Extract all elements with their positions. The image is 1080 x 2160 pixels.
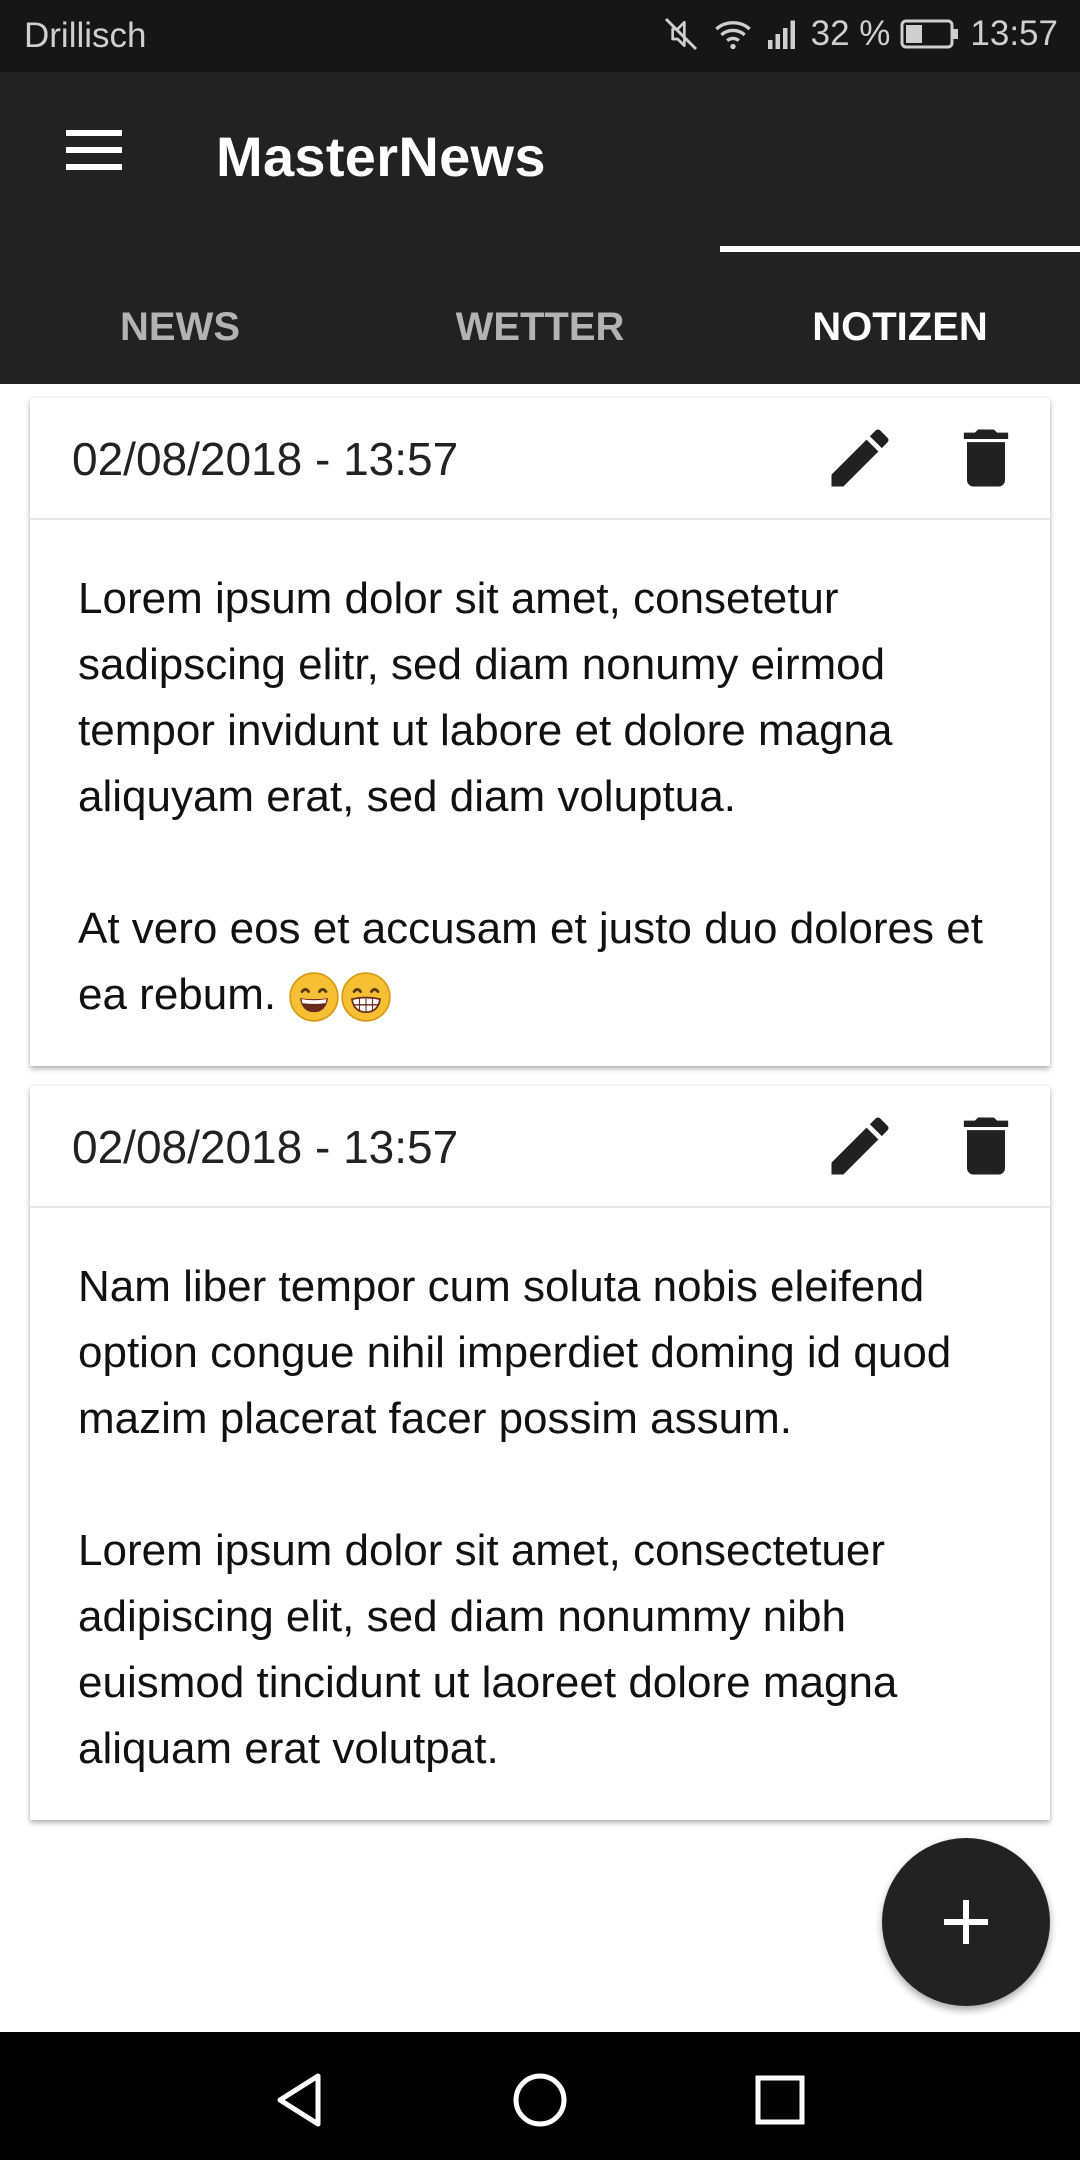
signal-icon <box>767 20 795 49</box>
add-note-button[interactable] <box>882 1838 1050 2006</box>
note-body: Lorem ipsum dolor sit amet, consetetur s… <box>30 520 1050 1066</box>
note-date: 02/08/2018 - 13:57 <box>72 433 459 485</box>
status-time: 13:57 <box>970 14 1058 53</box>
pencil-icon <box>831 429 889 487</box>
note-paragraph: Lorem ipsum dolor sit amet, consectetuer… <box>78 1526 898 1773</box>
edit-note-button[interactable] <box>822 420 898 496</box>
delete-note-button[interactable] <box>948 420 1024 496</box>
recents-button[interactable] <box>740 2060 820 2140</box>
note-card: 02/08/2018 - 13:57 Lorem ipsum dolor sit… <box>30 398 1050 1066</box>
tab-indicator <box>720 246 1080 252</box>
note-paragraph: Lorem ipsum dolor sit amet, consetetur s… <box>78 574 893 821</box>
note-date: 02/08/2018 - 13:57 <box>72 1121 459 1173</box>
delete-note-button[interactable] <box>948 1108 1024 1184</box>
pencil-icon <box>831 1117 889 1175</box>
status-bar: Drillisch 32 % 13:57 <box>0 0 1080 72</box>
note-header: 02/08/2018 - 13:57 <box>30 1086 1050 1208</box>
trash-icon <box>963 1117 1009 1175</box>
note-body: Nam liber tempor cum soluta nobis eleife… <box>30 1208 1050 1820</box>
recents-square-icon <box>755 2075 805 2125</box>
grimacing-face-emoji <box>341 972 392 1023</box>
back-button[interactable] <box>260 2060 340 2140</box>
edit-note-button[interactable] <box>822 1108 898 1184</box>
app-title: MasterNews <box>216 125 546 188</box>
battery-icon <box>900 19 959 49</box>
note-paragraph: At vero eos et accusam et justo duo dolo… <box>78 896 1002 1028</box>
carrier-name: Drillisch <box>24 16 147 55</box>
back-triangle-icon <box>277 2073 321 2127</box>
tab-news[interactable]: NEWS <box>0 270 360 384</box>
wifi-icon <box>714 21 751 50</box>
note-paragraph: Nam liber tempor cum soluta nobis eleife… <box>78 1262 952 1443</box>
system-nav-bar <box>0 2032 1080 2160</box>
tab-bar: NEWS WETTER NOTIZEN <box>0 270 1080 384</box>
menu-button[interactable] <box>66 126 122 174</box>
plus-icon <box>944 1900 988 1944</box>
app-bar: MasterNews NEWS WETTER NOTIZEN <box>0 72 1080 384</box>
note-paragraph-text: At vero eos et accusam et justo duo dolo… <box>78 904 983 1019</box>
status-icons: 32 % 13:57 <box>661 14 1058 54</box>
battery-percent: 32 % <box>810 14 891 53</box>
menu-icon <box>66 130 122 170</box>
trash-icon <box>963 429 1009 487</box>
grinning-face-emoji <box>289 972 340 1023</box>
home-button[interactable] <box>500 2060 580 2140</box>
home-circle-icon <box>513 2073 567 2127</box>
tab-wetter[interactable]: WETTER <box>360 270 720 384</box>
note-header: 02/08/2018 - 13:57 <box>30 398 1050 520</box>
tab-notizen[interactable]: NOTIZEN <box>720 270 1080 384</box>
note-card: 02/08/2018 - 13:57 Nam liber tempor cum … <box>30 1086 1050 1820</box>
mute-icon <box>664 17 697 51</box>
